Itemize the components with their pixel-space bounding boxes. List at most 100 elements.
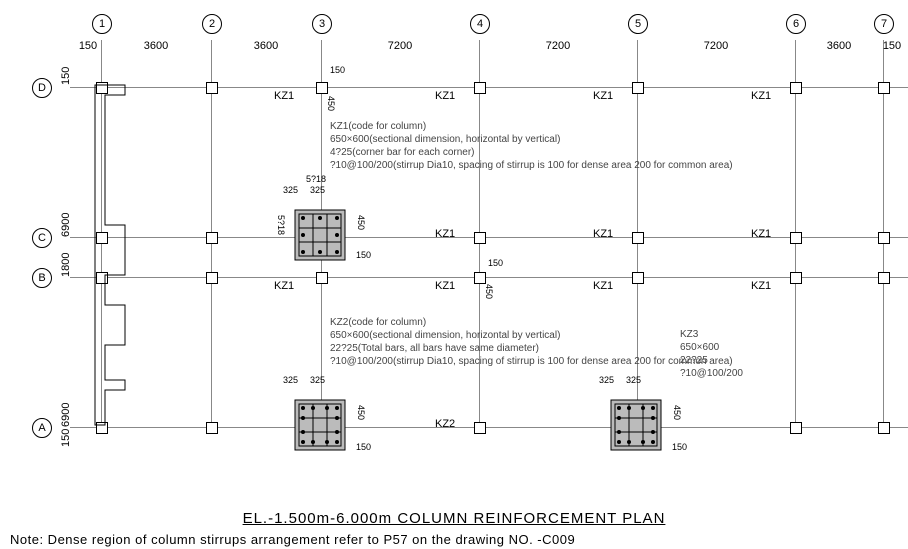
dim-450: 450 xyxy=(484,284,494,299)
kz1-code: KZ1(code for column) xyxy=(330,120,733,133)
kz1-stirrup: ?10@100/200(stirrup Dia10, spacing of st… xyxy=(330,159,733,172)
col-mark xyxy=(316,82,328,94)
left-wall-outline xyxy=(90,80,130,440)
kz2-detail xyxy=(285,390,355,460)
kz2-small: 150 xyxy=(356,442,371,452)
col-mark xyxy=(316,272,328,284)
dim-67: 3600 xyxy=(795,40,883,52)
drawing-footnote: Note: Dense region of column stirrups ar… xyxy=(10,532,575,547)
col-mark xyxy=(474,232,486,244)
kz2-section: 650×600(sectional dimension, horizontal … xyxy=(330,329,733,342)
grid-bubble-C: C xyxy=(32,228,52,248)
kz1-label: KZ1 xyxy=(751,280,771,292)
grid-bubble-1: 1 xyxy=(92,14,112,34)
kz3-detail xyxy=(601,390,671,460)
grid-line-D xyxy=(70,87,908,88)
kz2-label: KZ2 xyxy=(435,418,455,430)
dim-56: 7200 xyxy=(637,40,795,52)
kz1-small: 150 xyxy=(356,250,371,260)
kz3-notes: KZ3 650×600 22?25 ?10@100/200 xyxy=(680,328,743,380)
kz1-corner: 4?25(corner bar for each corner) xyxy=(330,146,733,159)
kz2-h: 450 xyxy=(356,405,366,420)
grid-bubble-2: 2 xyxy=(202,14,222,34)
col-mark xyxy=(878,232,890,244)
kz1-label: KZ1 xyxy=(593,280,613,292)
kz1-notes: KZ1(code for column) 650×600(sectional d… xyxy=(330,120,733,172)
kz2-dim325-2: 325 xyxy=(310,375,325,385)
grid-line-C xyxy=(70,237,908,238)
col-mark xyxy=(790,232,802,244)
dim-150: 150 xyxy=(330,65,345,75)
col-mark xyxy=(632,82,644,94)
col-mark xyxy=(878,272,890,284)
kz1-label: KZ1 xyxy=(593,90,613,102)
col-mark xyxy=(206,422,218,434)
col-mark xyxy=(878,82,890,94)
kz2-code: KZ2(code for column) xyxy=(330,316,733,329)
kz1-dim325-2: 325 xyxy=(310,185,325,195)
kz1-label: KZ1 xyxy=(435,280,455,292)
col-mark xyxy=(790,272,802,284)
grid-bubble-7: 7 xyxy=(874,14,894,34)
col-mark xyxy=(474,272,486,284)
kz1-bar-side: 5?18 xyxy=(276,215,286,235)
col-mark xyxy=(790,82,802,94)
dim-edge-left: 150 xyxy=(78,40,98,52)
kz1-section: 650×600(sectional dimension, horizontal … xyxy=(330,133,733,146)
kz2-bars: 22?25(Total bars, all bars have same dia… xyxy=(330,342,733,355)
grid-bubble-A: A xyxy=(32,418,52,438)
col-mark xyxy=(206,232,218,244)
kz1-h: 450 xyxy=(356,215,366,230)
kz1-label: KZ1 xyxy=(435,228,455,240)
kz2-dim325-1: 325 xyxy=(283,375,298,385)
col-mark xyxy=(206,272,218,284)
dim-450: 450 xyxy=(326,96,336,111)
kz2-stirrup: ?10@100/200(stirrup Dia10, spacing of st… xyxy=(330,355,733,368)
kz3-dim325-1: 325 xyxy=(599,375,614,385)
kz1-label: KZ1 xyxy=(274,280,294,292)
dim-BA: 6900 xyxy=(60,277,72,427)
kz1-dim325-1: 325 xyxy=(283,185,298,195)
col-mark xyxy=(878,422,890,434)
kz1-label: KZ1 xyxy=(751,90,771,102)
dim-150: 150 xyxy=(488,258,503,268)
dim-45: 7200 xyxy=(479,40,637,52)
kz1-label: KZ1 xyxy=(274,90,294,102)
kz1-label: KZ1 xyxy=(435,90,455,102)
kz2-notes: KZ2(code for column) 650×600(sectional d… xyxy=(330,316,733,368)
drawing-canvas: 1 2 3 4 5 6 7 D C B A 150 3600 3600 7200… xyxy=(30,10,908,510)
kz1-label: KZ1 xyxy=(593,228,613,240)
dim-DC: 6900 xyxy=(60,87,72,237)
dim-12: 3600 xyxy=(101,40,211,52)
kz3-small: 150 xyxy=(672,442,687,452)
col-mark xyxy=(206,82,218,94)
dim-CB: 1800 xyxy=(60,237,72,277)
col-mark xyxy=(632,272,644,284)
col-mark xyxy=(474,82,486,94)
grid-line-A xyxy=(70,427,908,428)
drawing-title: EL.-1.500m-6.000m COLUMN REINFORCEMENT P… xyxy=(0,510,908,527)
dim-edge-right: 150 xyxy=(882,40,902,52)
grid-bubble-B: B xyxy=(32,268,52,288)
kz1-bar-top: 5?18 xyxy=(306,174,326,184)
dim-23: 3600 xyxy=(211,40,321,52)
kz3-bars: 22?25 xyxy=(680,354,743,367)
kz3-name: KZ3 xyxy=(680,328,743,341)
grid-bubble-6: 6 xyxy=(786,14,806,34)
kz3-section: 650×600 xyxy=(680,341,743,354)
dim-edge-bot: 150 xyxy=(60,427,72,447)
col-mark xyxy=(474,422,486,434)
kz1-label: KZ1 xyxy=(751,228,771,240)
grid-bubble-4: 4 xyxy=(470,14,490,34)
col-mark xyxy=(632,232,644,244)
kz1-detail xyxy=(285,200,355,270)
col-mark xyxy=(790,422,802,434)
kz3-stirrup: ?10@100/200 xyxy=(680,367,743,380)
grid-bubble-3: 3 xyxy=(312,14,332,34)
grid-line-B xyxy=(70,277,908,278)
grid-bubble-5: 5 xyxy=(628,14,648,34)
grid-bubble-D: D xyxy=(32,78,52,98)
dim-34: 7200 xyxy=(321,40,479,52)
kz3-dim325-2: 325 xyxy=(626,375,641,385)
dim-edge-top: 150 xyxy=(60,65,72,85)
